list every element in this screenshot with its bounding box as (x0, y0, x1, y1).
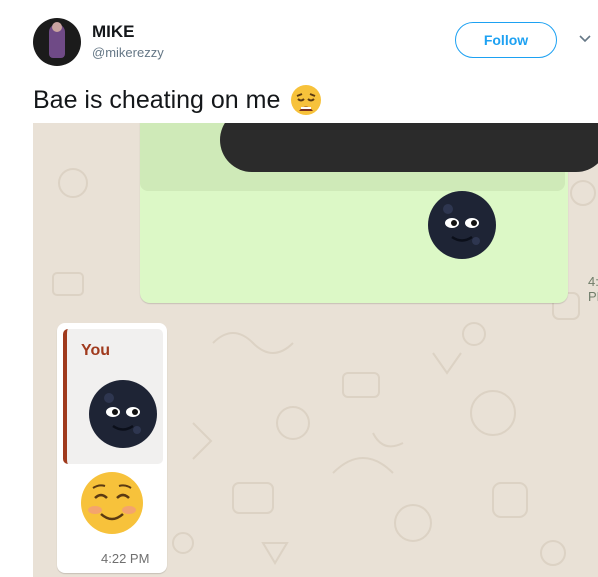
follow-button[interactable]: Follow (455, 22, 557, 58)
received-message-time: 4:22 PM (101, 551, 150, 566)
quoted-author: You (81, 342, 111, 359)
redacted-text (220, 123, 598, 172)
new-moon-face-icon (428, 191, 496, 259)
tweet-text-row: Bae is cheating on me (33, 84, 322, 116)
received-message-bubble[interactable]: You 4:22 PM (57, 323, 167, 573)
avatar[interactable] (33, 18, 81, 66)
smiling-face-icon (81, 472, 143, 534)
weary-face-icon (291, 85, 322, 115)
new-moon-face-icon (89, 380, 157, 448)
chevron-down-icon[interactable] (578, 32, 592, 46)
quoted-reply[interactable]: You (63, 329, 163, 464)
sent-message-time: 4:20 PM (588, 274, 598, 304)
author-handle[interactable]: @mikerezzy (92, 45, 164, 60)
avatar-head (52, 22, 62, 32)
chat-screenshot[interactable]: make 4:20 PM You (33, 123, 598, 577)
tweet-text: Bae is cheating on me (33, 85, 281, 114)
sent-message-meta: 4:20 PM (588, 274, 598, 304)
sent-message-bubble[interactable]: make 4:20 PM (140, 123, 598, 304)
author-name[interactable]: MIKE (92, 22, 135, 42)
